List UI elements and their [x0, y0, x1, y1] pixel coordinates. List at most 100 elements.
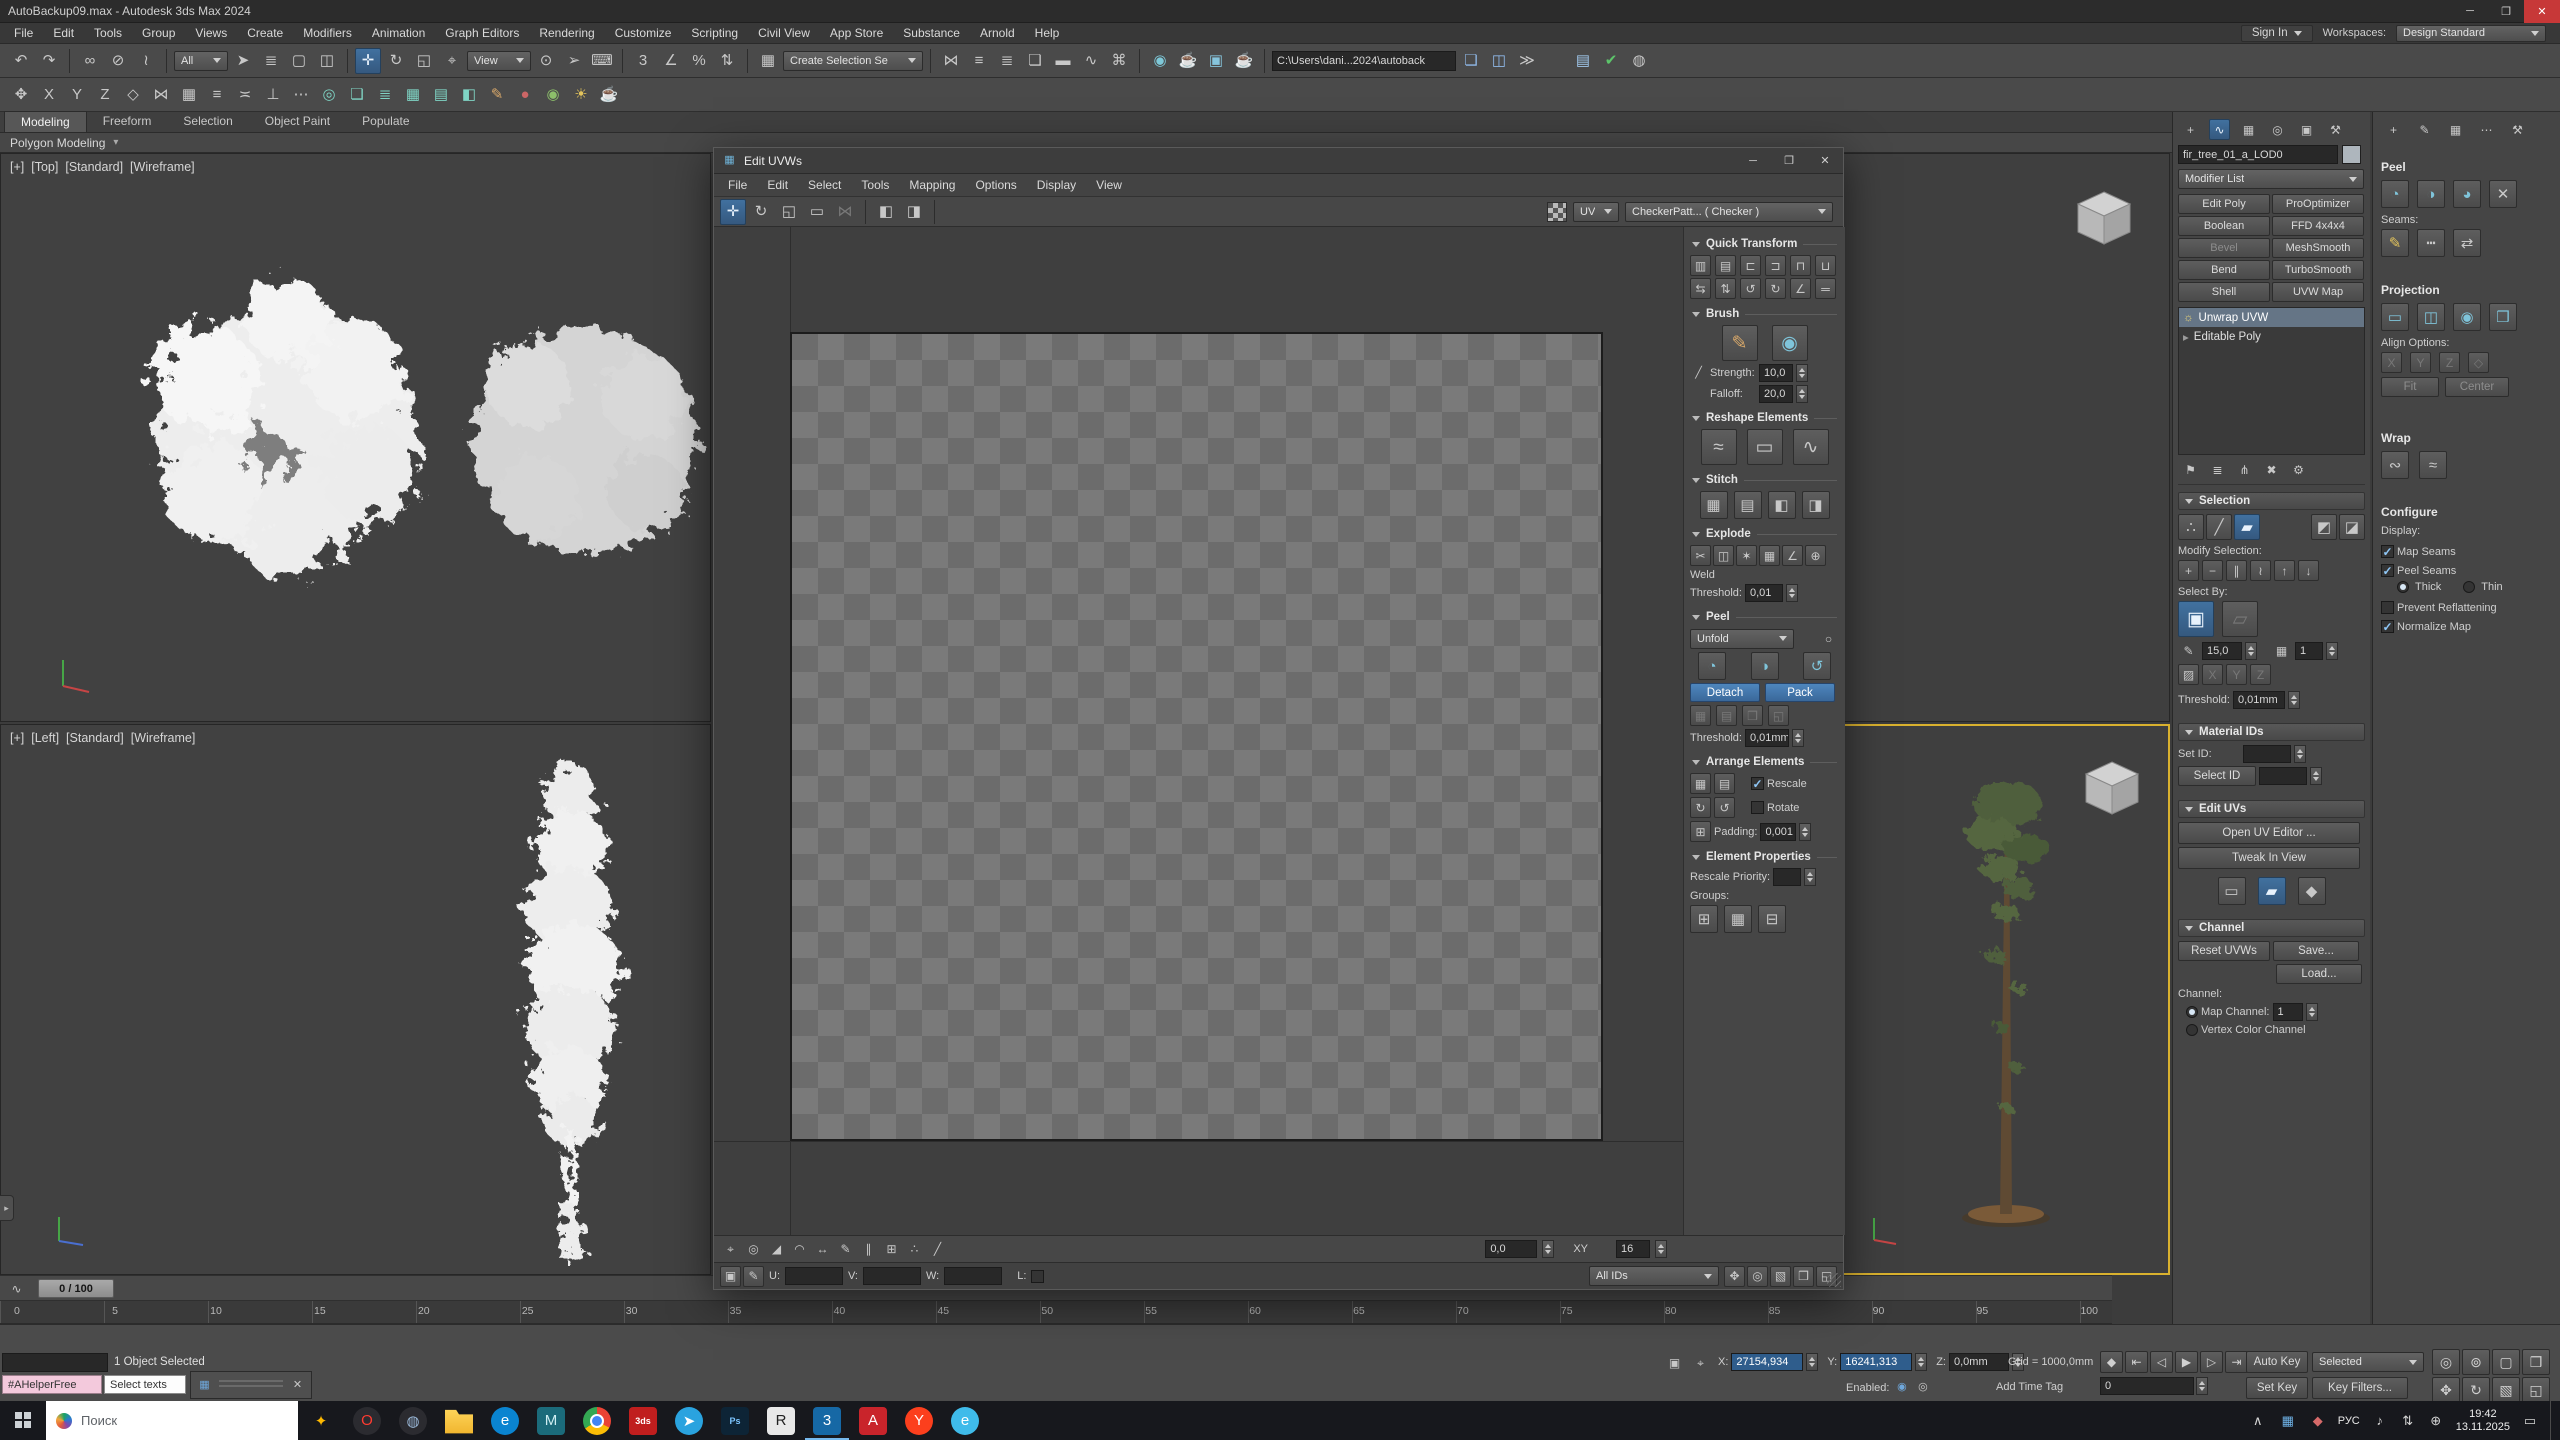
pack-together-icon[interactable]: ▤	[1716, 705, 1737, 726]
maximize-button[interactable]: ❐	[2488, 0, 2524, 23]
selection-threshold-spinner[interactable]	[2288, 691, 2300, 709]
modifier-set-button[interactable]: ProOptimizer	[2272, 194, 2364, 214]
menu-item[interactable]: Arnold	[970, 24, 1025, 42]
align-y-icon[interactable]: Y	[2410, 352, 2431, 373]
break-icon[interactable]: ✂	[1690, 545, 1711, 566]
select-and-move-icon[interactable]: ✛	[355, 48, 381, 74]
uv-zoom-extents-icon[interactable]: ❒	[1793, 1266, 1814, 1287]
peel-rollout[interactable]: Peel	[1692, 611, 1837, 623]
pack-custom-icon[interactable]: ▦	[1690, 705, 1711, 726]
peel-mode-tool-icon[interactable]: ◑	[2417, 180, 2445, 208]
stitch-average-icon[interactable]: ▤	[1734, 491, 1762, 519]
align-tool-icon[interactable]: ≡	[204, 82, 230, 108]
select-and-place-icon[interactable]: ⌖	[439, 48, 465, 74]
viewport-layout-tab[interactable]: ▸	[0, 1195, 14, 1221]
edge-beta-icon[interactable]: e	[951, 1407, 979, 1435]
map-channel-field[interactable]: 1	[2273, 1003, 2303, 1021]
mute-toggle-icon[interactable]: ◎	[1914, 1379, 1931, 1396]
array-tool-icon[interactable]: ▦	[176, 82, 202, 108]
arrange-elements-rollout[interactable]: Arrange Elements	[1692, 756, 1837, 768]
selection-filter-dropdown[interactable]: All	[174, 51, 228, 71]
align-horizontal-icon[interactable]: ▥	[1690, 255, 1711, 276]
loop-shift-icon[interactable]: ↓	[2298, 560, 2319, 581]
weld-selected-icon[interactable]: ⊕	[1805, 545, 1826, 566]
select-and-link-icon[interactable]: ∞	[77, 48, 103, 74]
brush-falloff-icon[interactable]: ╱	[1690, 365, 1707, 382]
uv-flip-vertical-icon[interactable]: ◨	[901, 199, 927, 225]
pack-button[interactable]: Pack	[1765, 683, 1835, 702]
ahelper-dialog[interactable]: ▦ ✕	[190, 1371, 312, 1399]
render-production-icon[interactable]: ☕	[1231, 48, 1257, 74]
menu-item[interactable]: Civil View	[748, 24, 820, 42]
viewport-layouts-icon[interactable]: ▤	[1570, 48, 1596, 74]
show-end-result-icon[interactable]: ≣	[2207, 459, 2228, 480]
select-by-planar-angle-icon[interactable]: ▣	[2178, 601, 2214, 637]
selection-lock-icon[interactable]: ▣	[1664, 1352, 1685, 1373]
relax-brush-icon[interactable]: ◉	[1772, 325, 1808, 361]
menu-item[interactable]: Views	[185, 24, 237, 42]
display-floater-icon[interactable]: ❏	[344, 82, 370, 108]
straighten-selection-icon[interactable]: ▭	[1747, 429, 1783, 465]
pack-normalize-icon[interactable]: ❒	[1742, 705, 1763, 726]
sound-toggle-icon[interactable]: ◉	[1893, 1379, 1910, 1396]
yandex-browser-icon[interactable]: Y	[905, 1407, 933, 1435]
uv-axis-label[interactable]: XY	[1573, 1243, 1588, 1255]
maxscript-listener-white[interactable]: Select texts	[104, 1375, 186, 1394]
align-vertical-icon[interactable]: ▤	[1715, 255, 1736, 276]
object-name-field[interactable]: fir_tree_01_a_LOD0	[2178, 145, 2338, 164]
brush-falloff-field[interactable]: 20,0	[1759, 385, 1793, 403]
snap-toggle-3d-icon[interactable]: 3	[630, 48, 656, 74]
rollout-selection[interactable]: Selection	[2178, 492, 2365, 510]
material-tools-icon[interactable]: ◉	[540, 82, 566, 108]
maximize-viewport-icon[interactable]: ◱	[2522, 1377, 2550, 1403]
named-sets-tool-icon[interactable]: ▤	[428, 82, 454, 108]
ribbon-toggle-icon[interactable]: ▬	[1050, 48, 1076, 74]
redo-icon[interactable]: ↷	[36, 48, 62, 74]
autocad-icon[interactable]: A	[859, 1407, 887, 1435]
layer-manager-icon[interactable]: ≣	[372, 82, 398, 108]
viewport-top[interactable]: [+] [Top] [Standard] [Wireframe]	[0, 153, 711, 722]
map-channel-radio[interactable]	[2186, 1006, 2198, 1018]
vertex-mode-icon[interactable]: ∴	[2178, 514, 2204, 540]
isolate-selection-icon[interactable]: ◎	[316, 82, 342, 108]
uv-pan-icon[interactable]: ✥	[1724, 1266, 1745, 1287]
more-tools-icon[interactable]: ⋯	[2476, 119, 2497, 140]
smoothing-group-icon[interactable]: ▦	[2271, 640, 2292, 661]
modifier-set-button[interactable]: Bevel	[2178, 238, 2270, 258]
render-tools-icon[interactable]: ☕	[596, 82, 622, 108]
tray-app2-icon[interactable]: ◆	[2308, 1413, 2328, 1429]
group-delete-icon[interactable]: ⊟	[1758, 905, 1786, 933]
search-input[interactable]	[81, 1413, 261, 1428]
view-cube[interactable]	[2080, 756, 2144, 820]
uv-flip-horizontal-icon[interactable]: ◧	[873, 199, 899, 225]
menu-item[interactable]: Customize	[605, 24, 682, 42]
uv-scale-icon[interactable]: ◱	[776, 199, 802, 225]
selection-set-dropdown[interactable]: Selected	[2312, 1352, 2424, 1372]
show-map-toggle-icon[interactable]	[1547, 202, 1567, 222]
time-slider[interactable]: 0 / 100	[38, 1279, 114, 1298]
3ds-max-running-icon[interactable]: 3	[813, 1407, 841, 1435]
modifier-set-button[interactable]: MeshSmooth	[2272, 238, 2364, 258]
ahelper-close-icon[interactable]: ✕	[289, 1377, 306, 1394]
flatten-by-angle-icon[interactable]: ∠	[1782, 545, 1803, 566]
modifier-list-dropdown[interactable]: Modifier List	[2178, 169, 2364, 189]
edit-named-selections-icon[interactable]: ▦	[755, 48, 781, 74]
rearrange-icon[interactable]: ↻	[1690, 797, 1711, 818]
thin-seams-radio[interactable]	[2463, 581, 2475, 593]
view-cube[interactable]	[2072, 186, 2136, 250]
uv-snap-grid-icon[interactable]: ⊞	[881, 1239, 902, 1260]
hidden-icons-chevron[interactable]: ∧	[2248, 1413, 2268, 1429]
menu-item[interactable]: Rendering	[529, 24, 604, 42]
zoom-extents-all-icon[interactable]: ❒	[2522, 1349, 2550, 1375]
pin-stack-icon[interactable]: ⚑	[2180, 459, 2201, 480]
select-object-icon[interactable]: ➤	[230, 48, 256, 74]
quick-unfold-icon[interactable]: ◆	[2298, 877, 2326, 905]
next-frame-icon[interactable]: ▷	[2200, 1351, 2223, 1373]
uv-menu-item[interactable]: View	[1086, 176, 1132, 194]
stack-item-editable-poly[interactable]: ▸ Editable Poly	[2179, 327, 2364, 346]
y-coordinate-field[interactable]: 16241,313	[1840, 1353, 1912, 1371]
go-to-end-icon[interactable]: ⇥	[2225, 1351, 2248, 1373]
reshape-elements-rollout[interactable]: Reshape Elements	[1692, 412, 1837, 424]
viewport-shading-menu[interactable]: [Wireframe]	[130, 160, 195, 174]
keyboard-override-icon[interactable]: ⌨	[589, 48, 615, 74]
